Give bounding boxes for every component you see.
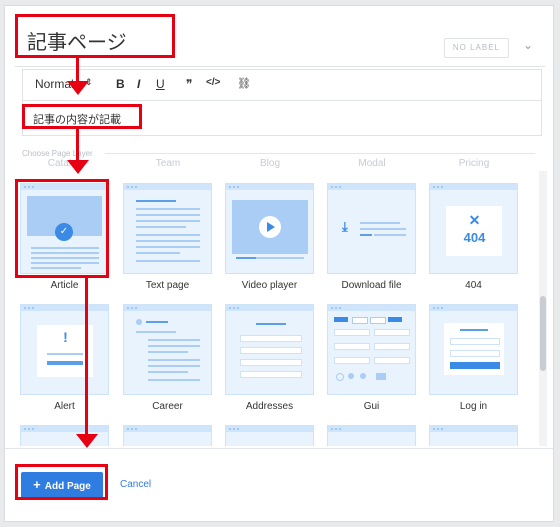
thumbnail [327, 425, 416, 446]
chevron-down-icon[interactable]: ⌄ [521, 38, 535, 52]
grid-scrollbar-thumb[interactable] [540, 296, 546, 371]
404-text: 404 [463, 230, 486, 245]
bold-button[interactable]: B [116, 77, 125, 91]
annotation-arrow-1-head [67, 81, 89, 95]
video-player-thumbnail [225, 183, 314, 274]
career-thumbnail [123, 304, 212, 395]
annotation-box-content [22, 104, 142, 129]
annotation-arrow-3 [85, 278, 88, 436]
italic-button[interactable]: I [137, 77, 140, 91]
download-icon: ⤓ [342, 219, 348, 234]
layout-category-tabs: Catalog Team Blog Modal Pricing [20, 158, 525, 172]
card-label: 404 [465, 280, 482, 291]
annotation-arrow-2 [76, 129, 79, 161]
tab-blog[interactable]: Blog [225, 158, 315, 169]
404-thumbnail: ✕ 404 [429, 183, 518, 274]
card-label: Alert [54, 401, 75, 412]
card-label: Log in [459, 401, 488, 412]
download-file-thumbnail: ⤓ [327, 183, 416, 274]
tab-catalog[interactable]: Catalog [20, 158, 110, 169]
text-page-thumbnail [123, 183, 212, 274]
gui-thumbnail [327, 304, 416, 395]
thumbnail [123, 425, 212, 446]
tab-team[interactable]: Team [123, 158, 213, 169]
play-icon [259, 216, 281, 238]
underline-button[interactable]: U [156, 77, 165, 91]
choose-page-layer-label: Choose Page Layer [22, 149, 93, 158]
quote-icon[interactable]: ❞ [186, 77, 192, 91]
card-label: Video player [241, 280, 298, 291]
tab-modal[interactable]: Modal [327, 158, 417, 169]
card-label: Download file [341, 280, 402, 291]
thumbnail [429, 425, 518, 446]
divider [105, 153, 535, 154]
card-label: Career [152, 401, 183, 412]
x-icon: ✕ [468, 212, 481, 228]
annotation-box-add-page [15, 464, 108, 500]
card-label: Gui [363, 401, 380, 412]
card-label: Addresses [245, 401, 294, 412]
log-in-thumbnail [429, 304, 518, 395]
annotation-box-title [15, 14, 175, 58]
annotation-arrow-1 [76, 58, 79, 82]
no-label-button[interactable]: NO LABEL [443, 38, 509, 58]
alert-exclamation-icon: ! [63, 329, 68, 345]
tab-pricing[interactable]: Pricing [429, 158, 519, 169]
card-label: Text page [145, 280, 190, 291]
code-icon[interactable]: </> [206, 77, 220, 88]
annotation-arrow-3-head [76, 434, 98, 448]
annotation-box-article [15, 179, 109, 278]
link-icon[interactable]: ⛓ [237, 77, 251, 90]
annotation-arrow-2-head [67, 160, 89, 174]
page-editor-panel: 記事ページ NO LABEL ⌄ Normal ⇕ B I U ❞ </> ⛓ … [4, 5, 554, 522]
addresses-thumbnail [225, 304, 314, 395]
alert-thumbnail: ! [20, 304, 109, 395]
card-label: Article [50, 280, 79, 291]
cancel-button[interactable]: Cancel [120, 479, 151, 490]
editor-toolbar: Normal ⇕ B I U ❞ </> ⛓ [23, 70, 541, 101]
thumbnail [225, 425, 314, 446]
